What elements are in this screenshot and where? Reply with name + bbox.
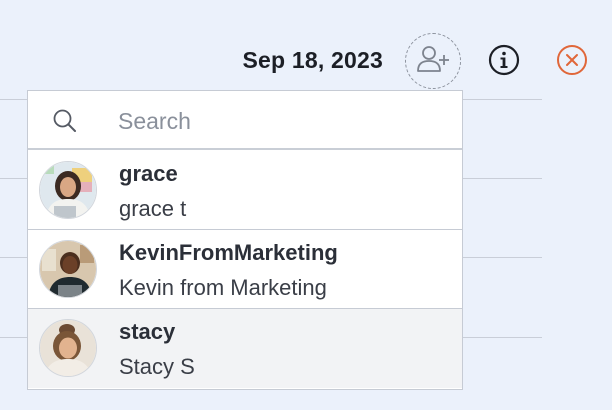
info-icon xyxy=(488,44,520,81)
user-fullname: Stacy S xyxy=(119,354,195,379)
user-handle: stacy xyxy=(119,319,176,344)
search-input[interactable] xyxy=(118,103,438,139)
date-label: Sep 18, 2023 xyxy=(242,47,383,73)
close-button[interactable] xyxy=(555,44,589,81)
user-picker-dropdown: grace grace t KevinFromMarketing Kevin f… xyxy=(27,90,463,390)
user-option-kevinfrommarketing[interactable]: KevinFromMarketing Kevin from Marketing xyxy=(28,230,462,309)
close-icon xyxy=(556,44,588,81)
user-fullname: grace t xyxy=(119,196,187,221)
search-icon xyxy=(52,108,78,134)
add-user-icon xyxy=(416,44,450,79)
user-handle: grace xyxy=(119,161,178,186)
search-row xyxy=(28,91,462,150)
info-button[interactable] xyxy=(487,44,521,81)
user-option-stacy[interactable]: stacy Stacy S xyxy=(28,309,462,388)
avatar xyxy=(39,240,97,298)
add-user-button[interactable] xyxy=(405,33,461,89)
user-handle: KevinFromMarketing xyxy=(119,240,338,265)
avatar xyxy=(39,161,97,219)
avatar xyxy=(39,319,97,377)
user-option-grace[interactable]: grace grace t xyxy=(28,151,462,230)
user-fullname: Kevin from Marketing xyxy=(119,275,327,300)
